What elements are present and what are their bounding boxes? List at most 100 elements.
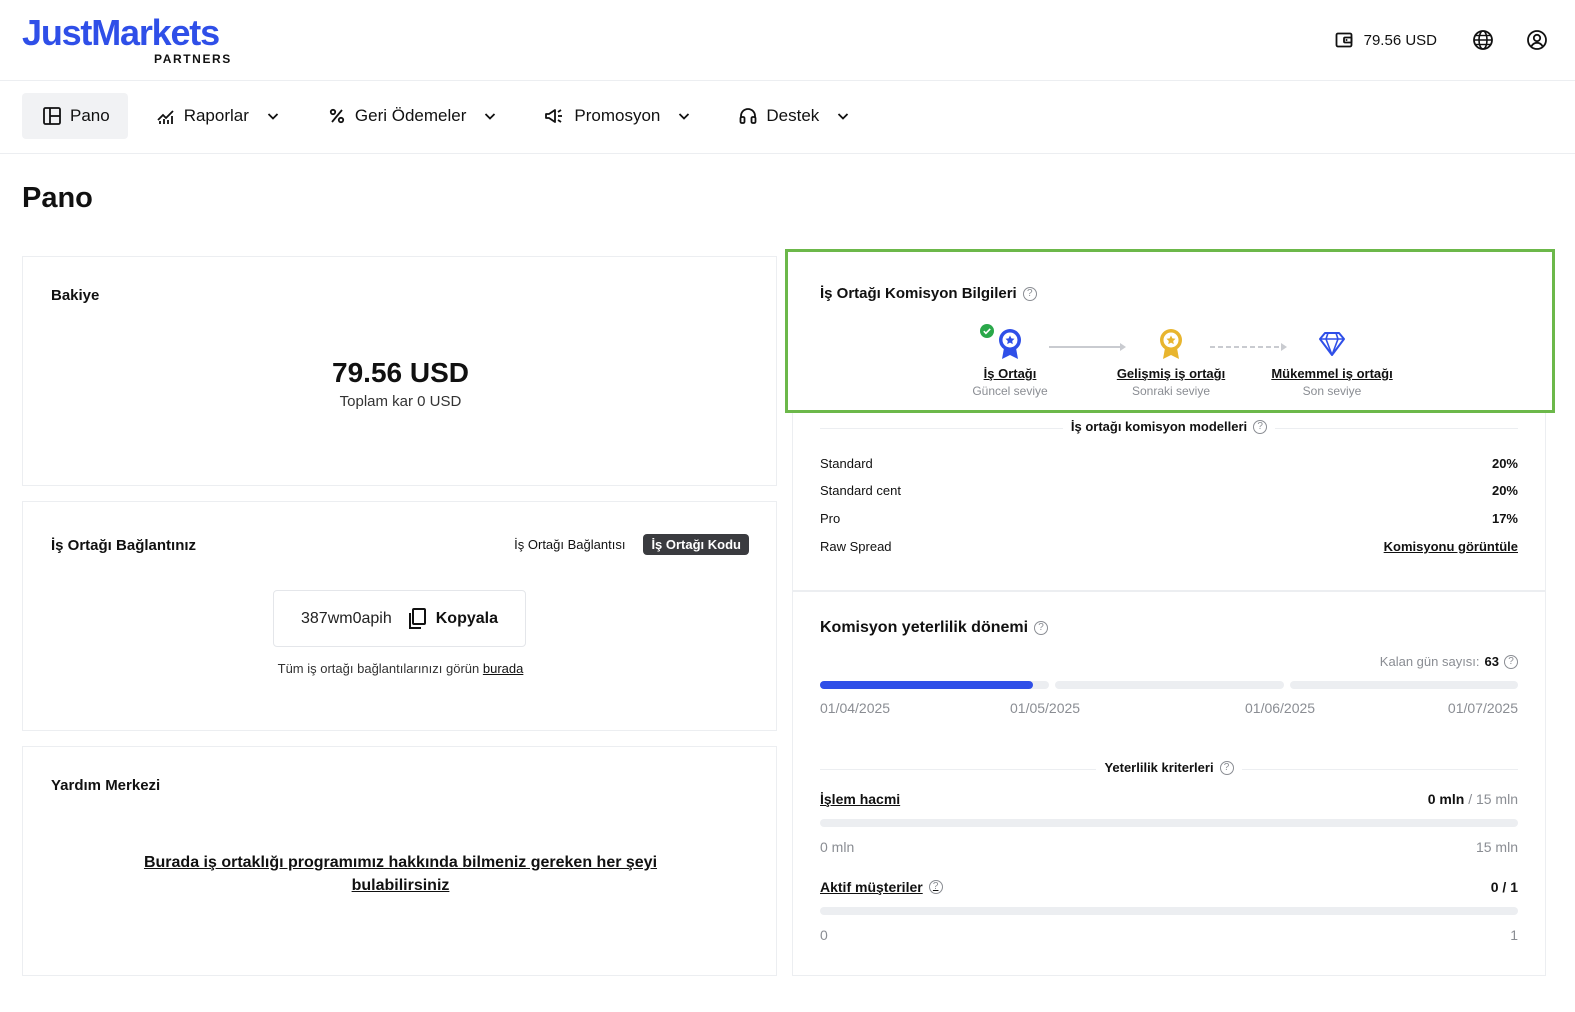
criterion-max: 15 mln: [1475, 839, 1518, 855]
chevron-down-icon: [485, 113, 496, 120]
level-status: Güncel seviye: [972, 384, 1048, 398]
help-icon[interactable]: ?: [1253, 419, 1268, 434]
all-links-link[interactable]: burada: [483, 661, 523, 676]
eligibility-period-card: Komisyon yeterlilik dönemi ? Kalan gün s…: [792, 591, 1546, 976]
model-value: 17%: [1491, 511, 1518, 526]
level-name: İş Ortağı: [983, 366, 1037, 381]
days-left-value: 63: [1484, 654, 1499, 669]
language-button[interactable]: [1467, 24, 1499, 56]
balance-total-profit: Toplam kar 0 USD: [339, 393, 462, 410]
help-icon[interactable]: ?: [1022, 286, 1037, 301]
user-icon: [1527, 30, 1547, 50]
nav-label: Raporlar: [183, 106, 249, 125]
level-excellent[interactable]: Mükemmel iş ortağı Son seviye: [1257, 326, 1407, 398]
header-balance-value: 79.56 USD: [1363, 31, 1437, 49]
models-heading: İş ortağı komisyon modelleri?: [820, 419, 1518, 434]
help-icon[interactable]: ?: [1504, 654, 1518, 669]
balance-title: Bakiye: [51, 287, 100, 304]
criterion-max: 1: [1510, 927, 1518, 943]
level-icon-wrap: [1257, 326, 1407, 362]
criterion-target: / 15 mln: [1468, 791, 1518, 807]
nav-item-raporlar[interactable]: Raporlar: [138, 93, 299, 139]
diamond-icon: [1319, 332, 1345, 356]
level-status: Son seviye: [1302, 384, 1362, 398]
chevron-down-icon: [679, 113, 690, 120]
partner-link-card: İş Ortağı Bağlantınız İş Ortağı Bağlantı…: [22, 501, 777, 731]
help-center-title: Yardım Merkezi: [51, 777, 161, 794]
help-center-link[interactable]: Burada iş ortaklığı programımız hakkında…: [123, 851, 678, 897]
model-row: Raw Spread Komisyonu görüntüle: [820, 539, 1518, 554]
nav-item-destek[interactable]: Destek: [720, 93, 869, 139]
level-partner[interactable]: İş Ortağı Güncel seviye: [935, 324, 1085, 398]
nav-label: Destek: [766, 106, 820, 125]
megaphone-icon: [545, 109, 563, 123]
model-value: 20%: [1491, 483, 1518, 498]
level-advanced[interactable]: Gelişmiş iş ortağı Sonraki seviye: [1096, 326, 1246, 398]
profile-button[interactable]: [1521, 24, 1553, 56]
nav-item-geri-odemeler[interactable]: Geri Ödemeler: [309, 93, 516, 139]
help-center-card: Yardım Merkezi Burada iş ortaklığı progr…: [22, 746, 777, 976]
criteria-title: Yeterlilik kriterleri: [1104, 760, 1214, 775]
copy-button[interactable]: Kopyala: [406, 607, 498, 631]
model-name: Standard: [820, 456, 873, 471]
percent-icon: [329, 108, 345, 124]
help-icon[interactable]: ?: [928, 880, 943, 894]
nav-item-promosyon[interactable]: Promosyon: [526, 93, 710, 139]
days-left-label: Kalan gün sayısı:: [1379, 654, 1480, 669]
period-segment: [820, 681, 1049, 689]
criterion-row-clients: Aktif müşteriler? 0 / 1: [820, 879, 1518, 895]
view-commission-link[interactable]: Komisyonu görüntüle: [1384, 539, 1518, 554]
criteria-heading: Yeterlilik kriterleri?: [820, 760, 1518, 775]
period-segment: [1055, 681, 1284, 689]
criterion-name-text: İşlem hacmi: [820, 791, 901, 807]
help-center-link-line2: bulabilirsiniz: [351, 877, 450, 894]
model-name: Raw Spread: [820, 539, 892, 554]
chevron-down-icon: [838, 113, 849, 120]
level-name: Mükemmel iş ortağı: [1271, 366, 1393, 381]
model-value: 20%: [1491, 456, 1518, 471]
period-progress-fill: [820, 681, 1033, 689]
badge-blue-icon: [999, 329, 1021, 359]
brand-name: JustMarkets: [22, 12, 220, 53]
criterion-value: 0 / 1: [1491, 879, 1518, 895]
criterion-name[interactable]: Aktif müşteriler?: [820, 879, 943, 895]
main-nav: Pano Raporlar Geri Ödemeler Promosyon De…: [22, 93, 879, 139]
link-type-toggle: İş Ortağı Bağlantısı İş Ortağı Kodu: [506, 534, 749, 555]
days-left: Kalan gün sayısı: 63 ?: [1380, 654, 1518, 669]
model-row: Standard 20%: [820, 456, 1518, 471]
nav-item-pano[interactable]: Pano: [22, 93, 128, 139]
nav-divider: [0, 153, 1575, 154]
criterion-scale: 0 mln 15 mln: [820, 839, 1518, 855]
toggle-partner-code[interactable]: İş Ortağı Kodu: [643, 534, 749, 555]
globe-icon: [1473, 30, 1493, 50]
criterion-current: 0 / 1: [1490, 879, 1518, 895]
toggle-partner-link[interactable]: İş Ortağı Bağlantısı: [506, 534, 633, 555]
check-circle-icon: [980, 324, 994, 338]
top-header: JustMarkets PARTNERS 79.56 USD: [0, 0, 1575, 81]
criterion-name[interactable]: İşlem hacmi: [820, 791, 900, 807]
header-balance[interactable]: 79.56 USD: [1334, 30, 1437, 50]
model-row: Standard cent 20%: [820, 483, 1518, 498]
wallet-icon: [1335, 32, 1353, 48]
period-date: 01/05/2025: [1010, 700, 1081, 716]
criterion-scale: 0 1: [820, 927, 1518, 943]
criterion-row-volume: İşlem hacmi 0 mln / 15 mln: [820, 791, 1518, 807]
model-name: Standard cent: [820, 483, 901, 498]
model-name: Pro: [820, 511, 841, 526]
criterion-name-text: Aktif müşteriler: [820, 879, 923, 895]
help-icon[interactable]: ?: [1219, 760, 1234, 775]
brand-sub: PARTNERS: [154, 52, 232, 66]
balance-card: Bakiye 79.56 USD Toplam kar 0 USD: [22, 256, 777, 486]
headset-icon: [739, 108, 757, 124]
criterion-min: 0: [820, 927, 828, 943]
model-row: Pro 17%: [820, 511, 1518, 526]
brand-logo[interactable]: JustMarkets PARTNERS: [22, 12, 230, 67]
all-links-text: Tüm iş ortağı bağlantılarınızı görün bur…: [23, 661, 778, 676]
commission-info-title: İş Ortağı Komisyon Bilgileri ?: [820, 285, 1037, 302]
help-icon[interactable]: ?: [1034, 621, 1049, 635]
criterion-value: 0 mln / 15 mln: [1428, 791, 1518, 807]
level-status: Sonraki seviye: [1131, 384, 1211, 398]
chart-icon: [157, 110, 174, 124]
period-date: 01/04/2025: [820, 700, 891, 716]
nav-label: Promosyon: [574, 106, 661, 125]
